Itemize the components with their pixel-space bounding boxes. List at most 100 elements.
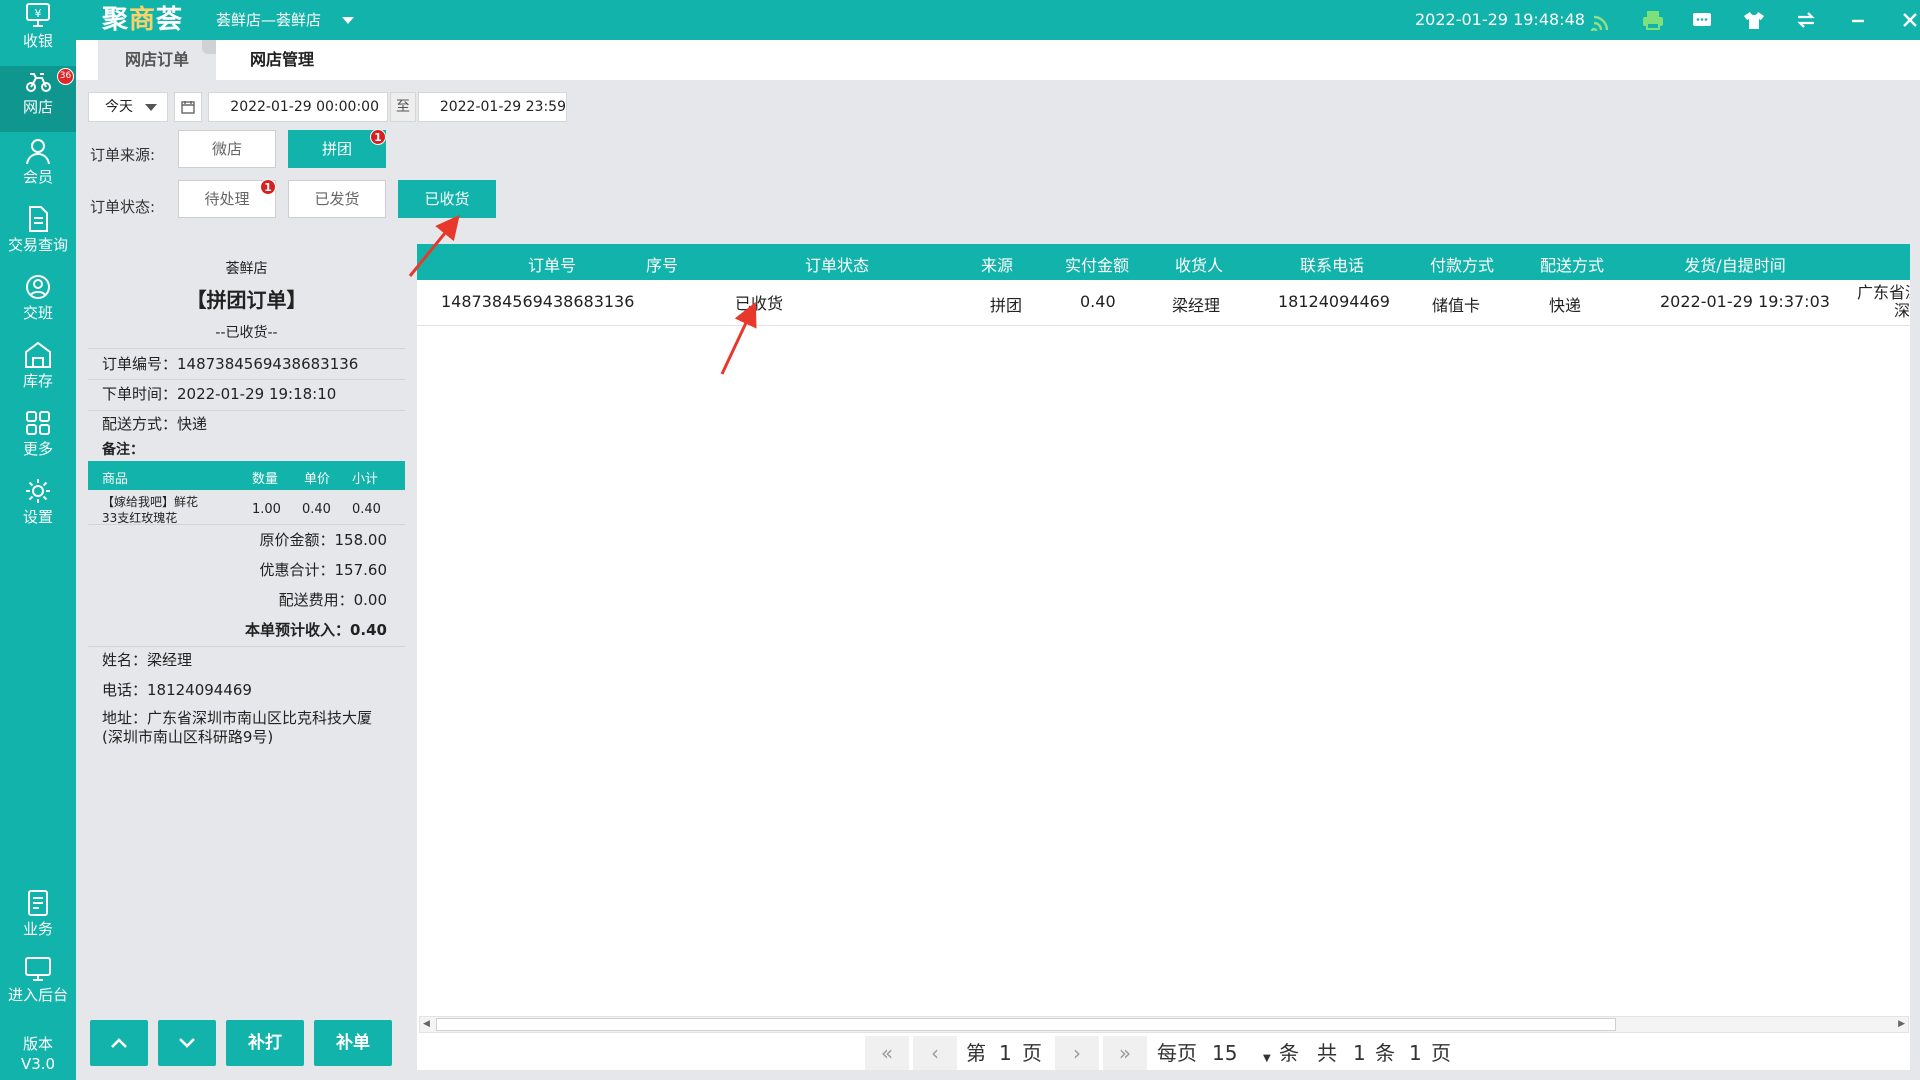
period-value: 今天	[105, 99, 133, 115]
current-datetime: 2022-01-29 19:48:48	[1415, 10, 1585, 29]
prev-page-icon[interactable]: ‹	[913, 1036, 957, 1070]
order-receipt: 荟鲜店 【拼团订单】 --已收货-- 订单编号：1487384569438683…	[88, 244, 405, 1026]
status-pending-button[interactable]: 待处理 1	[178, 179, 276, 218]
period-select[interactable]: 今天	[88, 92, 168, 122]
last-page-icon[interactable]: »	[1103, 1036, 1147, 1070]
shirt-skin-icon[interactable]	[1742, 9, 1766, 31]
per-page-select[interactable]: 15	[1212, 1042, 1237, 1064]
sidebar-item-label: 收银	[22, 32, 53, 50]
col-status: 订单状态	[804, 256, 869, 275]
page-prefix: 第	[966, 1041, 986, 1065]
sidebar-item-backend[interactable]: 进入后台	[0, 954, 76, 1020]
delivery-bike-icon	[26, 73, 51, 92]
first-page-icon[interactable]: «	[865, 1036, 909, 1070]
app-logo: 聚商荟	[102, 5, 184, 35]
sidebar-item-more[interactable]: 更多	[0, 408, 76, 474]
scroll-down-button[interactable]	[158, 1020, 216, 1066]
version-value: V3.0	[20, 1055, 56, 1073]
sidebar-item-cashier[interactable]: ¥ 收银	[0, 0, 76, 66]
cell-status: 已收货	[735, 294, 784, 313]
svg-text:¥: ¥	[35, 7, 42, 20]
page-suffix: 页	[1022, 1041, 1042, 1065]
sidebar-item-business[interactable]: 业务	[0, 888, 76, 954]
source-group-buy-button[interactable]: 拼团 1	[288, 129, 386, 168]
col-time: 发货/自提时间	[1684, 256, 1786, 275]
source-weidian-button[interactable]: 微店	[178, 130, 276, 168]
customer-address-line2: (深圳市南山区科研路9号)	[102, 728, 274, 746]
date-to-input[interactable]: 2022-01-29 23:59	[418, 92, 567, 122]
printer-icon[interactable]	[1641, 9, 1665, 31]
monitor-icon	[25, 957, 51, 981]
cell-address: 广东省深 深	[1857, 284, 1910, 320]
document-icon	[29, 206, 48, 232]
item-row: 【嫁给我吧】鲜花 33支红玫瑰花 1.00 0.40 0.40	[88, 494, 405, 528]
sidebar-item-label: 业务	[22, 920, 53, 938]
warehouse-icon	[25, 341, 51, 368]
chevron-up-icon	[111, 1038, 127, 1048]
swap-icon[interactable]	[1794, 9, 1818, 31]
tab-online-orders[interactable]: 网店订单	[98, 40, 216, 80]
per-page-label: 每页	[1157, 1041, 1197, 1065]
business-book-icon	[28, 890, 48, 916]
supplement-order-button[interactable]: 补单	[314, 1020, 392, 1066]
next-page-icon[interactable]: ›	[1055, 1036, 1099, 1070]
sidebar-item-label: 库存	[22, 372, 53, 390]
message-icon[interactable]	[1690, 9, 1714, 31]
total-unit: 条	[1375, 1041, 1395, 1065]
item-table-header: 商品 数量 单价 小计	[88, 461, 405, 490]
status-received-button[interactable]: 已收货	[398, 180, 496, 218]
current-page[interactable]: 1	[999, 1042, 1012, 1064]
chevron-down-icon[interactable]	[342, 17, 354, 24]
order-status-label: 订单状态:	[90, 198, 156, 216]
sidebar-item-label: 网店	[22, 98, 53, 116]
order-time: 下单时间：2022-01-29 19:18:10	[102, 385, 337, 403]
status-shipped-button[interactable]: 已发货	[288, 180, 386, 218]
wifi-signal-icon	[1590, 15, 1609, 31]
pagination: « ‹ 第 1 页 › » 每页 15 ▼ 条 共 1 条 1 页	[417, 1036, 1910, 1070]
cell-time: 2022-01-29 19:37:03	[1660, 292, 1830, 311]
notification-badge: 1	[260, 179, 276, 195]
col-source: 来源	[980, 256, 1013, 275]
sidebar-item-label: 进入后台	[7, 986, 68, 1004]
sidebar: ¥ 收银 网店 36 会员 交易查询 交班 库存 更多 设置 业务 进入后台 版…	[0, 0, 76, 1080]
scroll-left-icon[interactable]: ◀	[423, 1019, 430, 1029]
chevron-down-icon	[145, 104, 157, 111]
minimize-icon[interactable]	[1846, 9, 1870, 31]
sidebar-item-label: 交易查询	[7, 236, 68, 254]
cell-receiver: 梁经理	[1172, 296, 1221, 315]
order-table: 订单号 序号 订单状态 来源 实付金额 收货人 联系电话 付款方式 配送方式 发…	[417, 244, 1910, 1036]
scrollbar-thumb[interactable]	[436, 1018, 1616, 1031]
gear-icon	[26, 479, 50, 503]
sidebar-item-shift[interactable]: 交班	[0, 272, 76, 338]
col-receiver: 收货人	[1174, 256, 1223, 275]
close-icon[interactable]	[1898, 9, 1920, 31]
sidebar-item-online-store[interactable]: 网店 36	[0, 66, 76, 132]
sidebar-item-transactions[interactable]: 交易查询	[0, 204, 76, 270]
sidebar-item-inventory[interactable]: 库存	[0, 340, 76, 406]
member-person-icon	[26, 139, 50, 165]
reprint-button[interactable]: 补打	[226, 1020, 304, 1066]
table-row[interactable]: 1487384569438683136 已收货 拼团 0.40 梁经理 1812…	[417, 280, 1910, 326]
store-selector[interactable]: 荟鲜店—荟鲜店	[216, 10, 321, 30]
sidebar-item-label: 会员	[22, 168, 53, 186]
scroll-up-button[interactable]	[90, 1020, 148, 1066]
col-phone: 联系电话	[1299, 256, 1364, 275]
receipt-status: --已收货--	[215, 325, 278, 341]
scroll-right-icon[interactable]: ▶	[1898, 1019, 1905, 1029]
cell-phone: 18124094469	[1278, 292, 1390, 311]
date-from-input[interactable]: 2022-01-29 00:00:00	[208, 92, 388, 122]
per-page-unit: 条	[1279, 1041, 1299, 1065]
table-header: 订单号 序号 订单状态 来源 实付金额 收货人 联系电话 付款方式 配送方式 发…	[417, 244, 1910, 280]
tab-online-management[interactable]: 网店管理	[232, 40, 332, 80]
version-label: 版本	[22, 1035, 53, 1053]
notification-badge: 36	[57, 68, 74, 85]
chevron-down-icon[interactable]: ▼	[1263, 1048, 1271, 1070]
calendar-icon[interactable]	[174, 92, 202, 122]
horizontal-scrollbar[interactable]: ◀ ▶	[419, 1016, 1909, 1033]
order-number: 订单编号：1487384569438683136	[102, 355, 359, 373]
sidebar-item-settings[interactable]: 设置	[0, 476, 76, 542]
col-delivery: 配送方式	[1539, 256, 1604, 275]
date-range-separator: 至	[390, 92, 416, 122]
sidebar-item-member[interactable]: 会员	[0, 136, 76, 202]
total-pages: 1	[1409, 1041, 1422, 1065]
